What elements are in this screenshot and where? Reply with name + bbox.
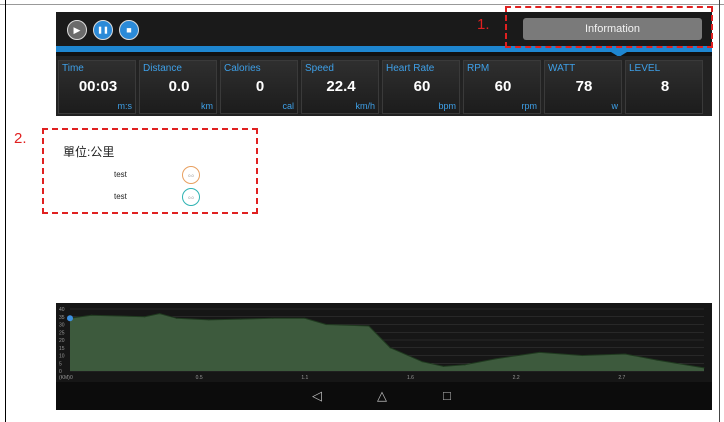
metric-value: 8 [660, 78, 670, 95]
x-tick-label: 1.1 [301, 375, 308, 381]
metric-label: LEVEL [629, 63, 661, 74]
data-point [656, 359, 658, 361]
metric-unit: rpm [521, 101, 538, 111]
metric-watt: WATT 78 w [544, 60, 622, 114]
android-nav-bar: ◁ △ □ [56, 382, 712, 410]
x-tick-label: 0.5 [196, 375, 203, 381]
data-point [176, 317, 178, 319]
data-point [304, 317, 306, 319]
home-icon[interactable]: △ [377, 388, 387, 404]
data-point [208, 319, 210, 321]
metric-rpm: RPM 60 rpm [463, 60, 541, 114]
metric-unit: cal [282, 101, 294, 111]
data-point [272, 317, 274, 319]
metric-speed: Speed 22.4 km/h [301, 60, 379, 114]
data-point [389, 347, 391, 349]
metric-calories: Calories 0 cal [220, 60, 298, 114]
elevation-area [70, 313, 704, 371]
data-point [496, 358, 498, 360]
x-tick-label: 0 [70, 375, 73, 381]
stop-button[interactable]: ■ [119, 20, 139, 40]
data-point [144, 316, 146, 318]
metric-value: 60 [494, 78, 512, 95]
y-tick-label: 10 [59, 354, 65, 360]
metric-value: 0.0 [168, 78, 190, 95]
recents-icon[interactable]: □ [443, 388, 451, 403]
annotation-label-2: 2. [14, 130, 27, 147]
metric-label: Heart Rate [386, 63, 435, 74]
metric-value: 60 [413, 78, 431, 95]
metric-unit: w [611, 101, 619, 111]
annotation-box-2 [42, 128, 258, 214]
x-tick-label: 2.2 [513, 375, 520, 381]
annotation-label-1: 1. [477, 16, 490, 33]
metrics-panel: Time 00:03 m:s Distance 0.0 km Calories … [56, 56, 712, 116]
frame-border-right [719, 0, 720, 422]
x-tick-label: 2.7 [618, 375, 625, 381]
y-tick-label: 25 [59, 330, 65, 336]
metric-unit: km/h [355, 101, 375, 111]
data-point [421, 361, 423, 363]
y-tick-label: 5 [59, 361, 62, 367]
metric-label: Distance [143, 63, 182, 74]
metric-distance: Distance 0.0 km [139, 60, 217, 114]
metric-unit: km [201, 101, 213, 111]
back-icon[interactable]: ◁ [312, 388, 322, 404]
y-tick-label: 15 [59, 346, 65, 352]
elevation-chart-svg: 05101520253035400 0.5 1.1 1.6 2.2 2.7(KM) [59, 307, 705, 381]
elevation-chart: 0 5 10 15 20 25 30 35 40 0 0.5 1.1 1.6 2.2 2.7 (KM) [56, 303, 712, 382]
metric-unit: bpm [438, 101, 456, 111]
play-button[interactable]: ▶ [67, 20, 87, 40]
metric-unit: m:s [117, 101, 133, 111]
data-point [442, 365, 445, 367]
y-tick-label: 35 [59, 315, 65, 321]
x-tick-label: 1.6 [407, 375, 414, 381]
stop-icon: ■ [126, 25, 132, 35]
data-point [539, 351, 541, 353]
metric-label: WATT [548, 63, 576, 74]
position-marker [67, 315, 73, 322]
y-tick-label: 30 [59, 323, 65, 329]
metric-label: Speed [305, 63, 334, 74]
annotation-box-1 [505, 6, 713, 48]
metric-label: Calories [224, 63, 261, 74]
data-point [703, 367, 705, 369]
data-point [464, 364, 466, 366]
frame-border-top [0, 4, 724, 5]
data-point [325, 323, 327, 326]
data-point [581, 354, 583, 357]
metric-value: 78 [575, 78, 593, 95]
data-point [368, 325, 370, 327]
metric-value: 22.4 [326, 78, 356, 95]
metric-heart-rate: Heart Rate 60 bpm [382, 60, 460, 114]
data-point [240, 318, 242, 320]
metric-level: LEVEL 8 [625, 60, 703, 114]
play-icon: ▶ [73, 24, 81, 35]
metric-time: Time 00:03 m:s [58, 60, 136, 114]
pause-button[interactable]: ❚❚ [93, 20, 113, 40]
pause-icon: ❚❚ [97, 27, 109, 34]
x-unit-label: (KM) [59, 375, 70, 381]
data-point [90, 314, 92, 316]
y-tick-label: 40 [59, 307, 65, 313]
metric-value: 0 [255, 78, 265, 95]
metric-label: RPM [467, 63, 490, 74]
frame-border-left [5, 0, 6, 422]
data-point [624, 353, 626, 355]
y-tick-label: 20 [59, 338, 65, 344]
data-point [159, 313, 161, 315]
metric-value: 00:03 [78, 78, 118, 95]
metric-label: Time [62, 63, 84, 74]
